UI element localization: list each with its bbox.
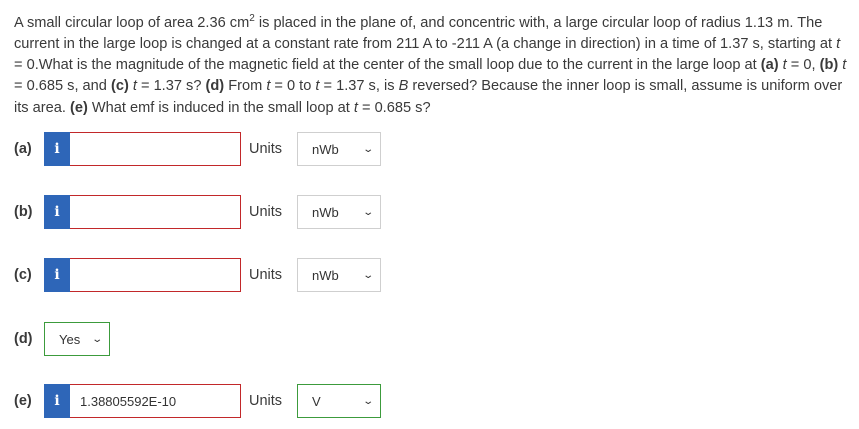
- part-a-units-value: nWb: [312, 141, 339, 157]
- part-b-row: (b) i Units nWb ⌄: [14, 195, 381, 229]
- part-c-answer-input[interactable]: [70, 258, 241, 292]
- part-c-units-value: nWb: [312, 267, 339, 283]
- part-c-row: (c) i Units nWb ⌄: [14, 258, 381, 292]
- part-d-answer-select[interactable]: Yes ⌄: [44, 322, 110, 356]
- part-d-row: (d) Yes ⌄: [14, 322, 110, 356]
- part-d-selected-value: Yes: [59, 331, 81, 347]
- part-e-row: (e) i Units V ⌄: [14, 384, 381, 418]
- part-a-row: (a) i Units nWb ⌄: [14, 132, 381, 166]
- info-icon[interactable]: i: [44, 132, 70, 166]
- units-label: Units: [249, 141, 283, 157]
- part-d-label: (d): [14, 331, 33, 347]
- part-b-units-value: nWb: [312, 204, 339, 220]
- chevron-down-icon: ⌄: [361, 206, 374, 218]
- part-c-label: (c): [14, 267, 32, 283]
- info-icon[interactable]: i: [44, 195, 70, 229]
- chevron-down-icon: ⌄: [90, 333, 103, 345]
- part-e-label: (e): [14, 393, 32, 409]
- units-label: Units: [249, 393, 283, 409]
- units-label: Units: [249, 267, 283, 283]
- chevron-down-icon: ⌄: [361, 269, 374, 281]
- units-label: Units: [249, 204, 283, 220]
- part-b-label: (b): [14, 204, 33, 220]
- part-e-units-select[interactable]: V ⌄: [297, 384, 381, 418]
- part-e-answer-input[interactable]: [70, 384, 241, 418]
- part-b-units-select[interactable]: nWb ⌄: [297, 195, 381, 229]
- part-a-answer-input[interactable]: [70, 132, 241, 166]
- question-text: A small circular loop of area 2.36 cm2 i…: [14, 13, 847, 116]
- part-a-label: (a): [14, 141, 32, 157]
- part-a-units-select[interactable]: nWb ⌄: [297, 132, 381, 166]
- part-b-answer-input[interactable]: [70, 195, 241, 229]
- info-icon[interactable]: i: [44, 258, 70, 292]
- chevron-down-icon: ⌄: [361, 143, 374, 155]
- part-c-units-select[interactable]: nWb ⌄: [297, 258, 381, 292]
- chevron-down-icon: ⌄: [361, 395, 374, 407]
- info-icon[interactable]: i: [44, 384, 70, 418]
- part-e-units-value: V: [312, 393, 321, 409]
